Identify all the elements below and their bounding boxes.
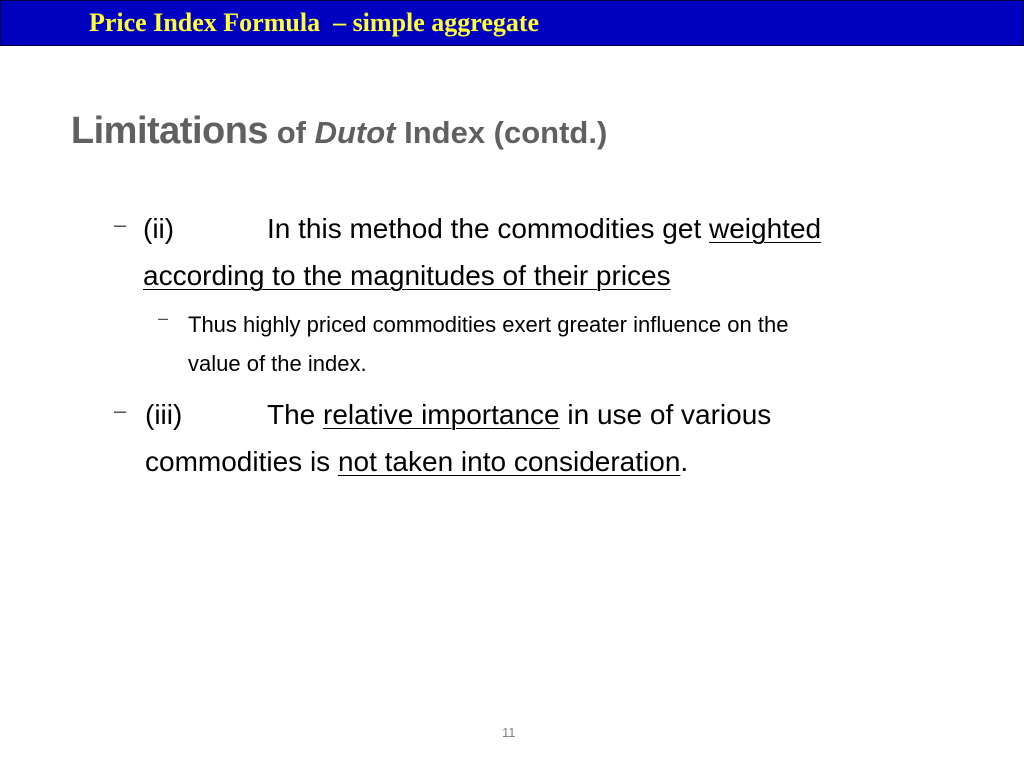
underlined-text: according to the magnitudes of their pri… xyxy=(143,260,671,291)
bullet-text: In this method the commodities get xyxy=(267,213,709,244)
bullet-text: The xyxy=(267,399,324,430)
sub-bullet-line1: Thus highly priced commodities exert gre… xyxy=(188,312,789,337)
underlined-text: relative importance xyxy=(323,399,560,430)
bullet-text: . xyxy=(680,446,689,477)
bullet-ii-line2: according to the magnitudes of their pri… xyxy=(143,252,671,299)
page-number: 11 xyxy=(502,725,516,740)
bullet-label: (ii) xyxy=(143,213,175,244)
bullet-dash: – xyxy=(114,398,127,423)
header-title: Price Index Formula – simple aggregate xyxy=(89,8,540,37)
bullet-text: in use of various xyxy=(559,399,772,430)
title-part-limitations: Limitations xyxy=(70,110,269,152)
slide-title: Limitations of Dutot Index (contd.) xyxy=(62,92,607,153)
bullet-text: commodities is xyxy=(145,446,338,477)
bullet-ii-line1: (ii) xyxy=(143,205,174,252)
underlined-text: not taken into consideration xyxy=(337,446,681,477)
title-part-index: Index (contd.) xyxy=(395,115,608,150)
bullet-iii-line2: commodities is not taken into considerat… xyxy=(145,438,688,485)
bullet-iii-line1: The relative importance in use of variou… xyxy=(267,391,771,438)
bullet-ii-text: In this method the commodities get weigh… xyxy=(267,205,821,252)
sub-bullet-dash: – xyxy=(158,308,169,328)
title-part-dutot: Dutot xyxy=(314,115,396,150)
sub-bullet-line2: value of the index. xyxy=(188,351,367,376)
header-bar: Price Index Formula – simple aggregate xyxy=(0,0,1024,46)
bullet-label: (iii) xyxy=(145,399,183,430)
title-part-of: of xyxy=(268,115,315,150)
bullet-dash: – xyxy=(114,212,127,237)
bullet-iii-label: (iii) xyxy=(145,391,182,438)
underlined-text: weighted xyxy=(709,213,822,244)
